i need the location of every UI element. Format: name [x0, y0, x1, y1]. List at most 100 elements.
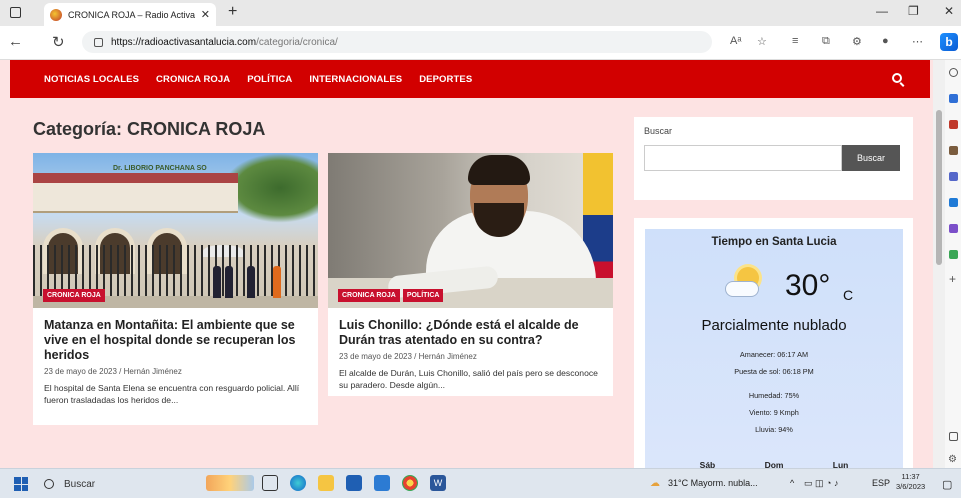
partly-cloudy-icon [725, 267, 765, 301]
humidity: Humedad: 75% [748, 391, 800, 400]
badge-cronica-roja[interactable]: CRONICA ROJA [43, 289, 105, 302]
language-indicator[interactable]: ESP [872, 478, 890, 488]
nav-item-politica[interactable]: POLÍTICA [247, 74, 292, 85]
article-title[interactable]: Matanza en Montañita: El ambiente que se… [44, 318, 308, 363]
temperature-unit: C [843, 287, 854, 303]
article-meta: 23 de mayo de 2023 / Hernán Jiménez [339, 352, 477, 361]
wind: Viento: 9 Kmph [749, 408, 799, 417]
restore-icon[interactable]: ❐ [908, 4, 919, 18]
windows-start-icon[interactable] [14, 477, 28, 491]
office-icon[interactable] [949, 224, 958, 233]
bing-copilot-icon[interactable]: b [940, 33, 958, 51]
school-sign-text: Dr. LIBORIO PANCHANA SO [113, 165, 207, 172]
tab-close-icon[interactable]: ✕ [201, 8, 210, 21]
tab-title: CRONICA ROJA – Radio Activa S [68, 9, 197, 20]
edge-taskbar-icon[interactable] [290, 475, 306, 491]
search-input[interactable] [644, 145, 842, 171]
article-image[interactable]: Dr. LIBORIO PANCHANA SO CRONICA ROJA [33, 153, 318, 308]
lock-icon [94, 37, 103, 47]
search-label: Buscar [644, 126, 673, 136]
forecast-days: Sáb Dom Lun [645, 460, 903, 468]
games-icon[interactable] [949, 172, 958, 181]
discover-icon[interactable] [949, 94, 958, 103]
store-icon[interactable] [346, 475, 362, 491]
weather-condition: Parcialmente nublado [701, 317, 847, 334]
collections-icon[interactable]: ⧉ [822, 35, 830, 48]
url-host: https://radioactivasantalucia.com [111, 36, 257, 48]
forecast-day: Lun [832, 460, 849, 468]
back-icon[interactable]: ← [8, 33, 23, 50]
temperature: 30° [785, 269, 831, 302]
minimize-icon[interactable]: — [876, 4, 888, 18]
search-sidebar-icon[interactable] [949, 68, 958, 77]
mail-icon[interactable] [374, 475, 390, 491]
article-title[interactable]: Luis Chonillo: ¿Dónde está el alcalde de… [339, 318, 603, 348]
site-favicon-icon [50, 8, 62, 21]
address-toolbar: ← ↻ https://radioactivasantalucia.com/ca… [0, 26, 961, 60]
profile-icon[interactable]: ● [882, 35, 889, 47]
notifications-icon[interactable]: ▢ [942, 478, 952, 491]
article-image[interactable]: CRONICA ROJA POLÍTICA [328, 153, 613, 308]
url-field[interactable]: https://radioactivasantalucia.com/catego… [82, 31, 712, 53]
nav-item-internacionales[interactable]: INTERNACIONALES [309, 74, 402, 85]
tools-icon[interactable] [949, 146, 958, 155]
extensions-icon[interactable]: ⚙ [852, 35, 862, 48]
system-clock[interactable]: 11:37 3/6/2023 [896, 472, 925, 492]
favorite-star-icon[interactable]: ☆ [757, 35, 767, 48]
favorites-list-icon[interactable]: ≡ [792, 35, 798, 47]
scrollbar-thumb[interactable] [936, 110, 942, 265]
tab-actions-icon[interactable] [10, 7, 21, 18]
nav-item-cronica-roja[interactable]: CRONICA ROJA [156, 74, 230, 85]
more-menu-icon[interactable]: ⋯ [912, 35, 923, 48]
site-search-icon[interactable] [892, 73, 902, 83]
new-tab-icon[interactable]: + [228, 3, 237, 21]
taskbar-search[interactable]: Buscar [44, 473, 194, 495]
outlook-icon[interactable] [949, 198, 958, 207]
sunset: Puesta de sol: 06:18 PM [734, 367, 814, 376]
shopping-icon[interactable] [949, 120, 958, 129]
sidebar-settings-icon[interactable]: ⚙ [948, 454, 957, 465]
search-button[interactable]: Buscar [842, 145, 900, 171]
weather-panel: Tiempo en Santa Lucia 30° C Parcialmente… [645, 229, 903, 468]
search-widget: Buscar Buscar [634, 117, 913, 200]
sunrise: Amanecer: 06:17 AM [739, 350, 809, 359]
badge-politica[interactable]: POLÍTICA [402, 289, 444, 302]
forecast-day: Sáb [699, 460, 716, 468]
edge-sidebar: + ⚙ [945, 60, 961, 468]
browser-tab-bar: CRONICA ROJA – Radio Activa S ✕ + — ❐ ✕ [0, 0, 961, 26]
taskbar-news-image[interactable] [206, 475, 254, 491]
page-scrollbar[interactable] [933, 60, 945, 468]
page-viewport: NOTICIAS LOCALES CRONICA ROJA POLÍTICA I… [0, 60, 933, 468]
browser-tab[interactable]: CRONICA ROJA – Radio Activa S ✕ [44, 3, 216, 26]
article-meta: 23 de mayo de 2023 / Hernán Jiménez [44, 367, 182, 376]
drop-icon[interactable] [949, 250, 958, 259]
hide-sidebar-icon[interactable] [949, 432, 958, 441]
word-icon[interactable]: W [430, 475, 446, 491]
nav-item-noticias-locales[interactable]: NOTICIAS LOCALES [44, 74, 139, 85]
refresh-icon[interactable]: ↻ [52, 33, 65, 51]
close-window-icon[interactable]: ✕ [944, 4, 954, 18]
weather-title: Tiempo en Santa Lucia [711, 236, 837, 248]
taskbar-weather[interactable]: 31°C Mayorm. nubla... [668, 478, 758, 488]
article-card[interactable]: CRONICA ROJA POLÍTICA Luis Chonillo: ¿Dó… [328, 153, 613, 396]
task-view-icon[interactable] [262, 475, 278, 491]
article-card[interactable]: Dr. LIBORIO PANCHANA SO CRONICA ROJA Mat… [33, 153, 318, 425]
nav-item-deportes[interactable]: DEPORTES [419, 74, 472, 85]
clock-date: 3/6/2023 [896, 482, 926, 491]
url-path: /categoria/cronica/ [256, 36, 338, 48]
weather-cloud-icon[interactable]: ☁ [650, 478, 660, 489]
category-badges: CRONICA ROJA POLÍTICA [338, 289, 444, 302]
rain: Lluvia: 94% [755, 425, 793, 434]
file-explorer-icon[interactable] [318, 475, 334, 491]
taskbar-search-label: Buscar [64, 478, 96, 490]
search-icon [44, 479, 54, 489]
site-nav-bar: NOTICIAS LOCALES CRONICA ROJA POLÍTICA I… [10, 60, 930, 98]
chrome-icon[interactable] [402, 475, 418, 491]
article-excerpt: El hospital de Santa Elena se encuentra … [44, 383, 300, 405]
badge-cronica-roja[interactable]: CRONICA ROJA [338, 289, 400, 302]
add-sidebar-icon[interactable]: + [949, 272, 956, 286]
tray-app-icons[interactable]: ▭ ◫ ◔ ♪ [804, 478, 838, 489]
forecast-day: Dom [764, 460, 784, 468]
read-aloud-icon[interactable]: Aᵃ [730, 35, 741, 47]
show-hidden-icons-icon[interactable]: ^ [790, 478, 794, 488]
